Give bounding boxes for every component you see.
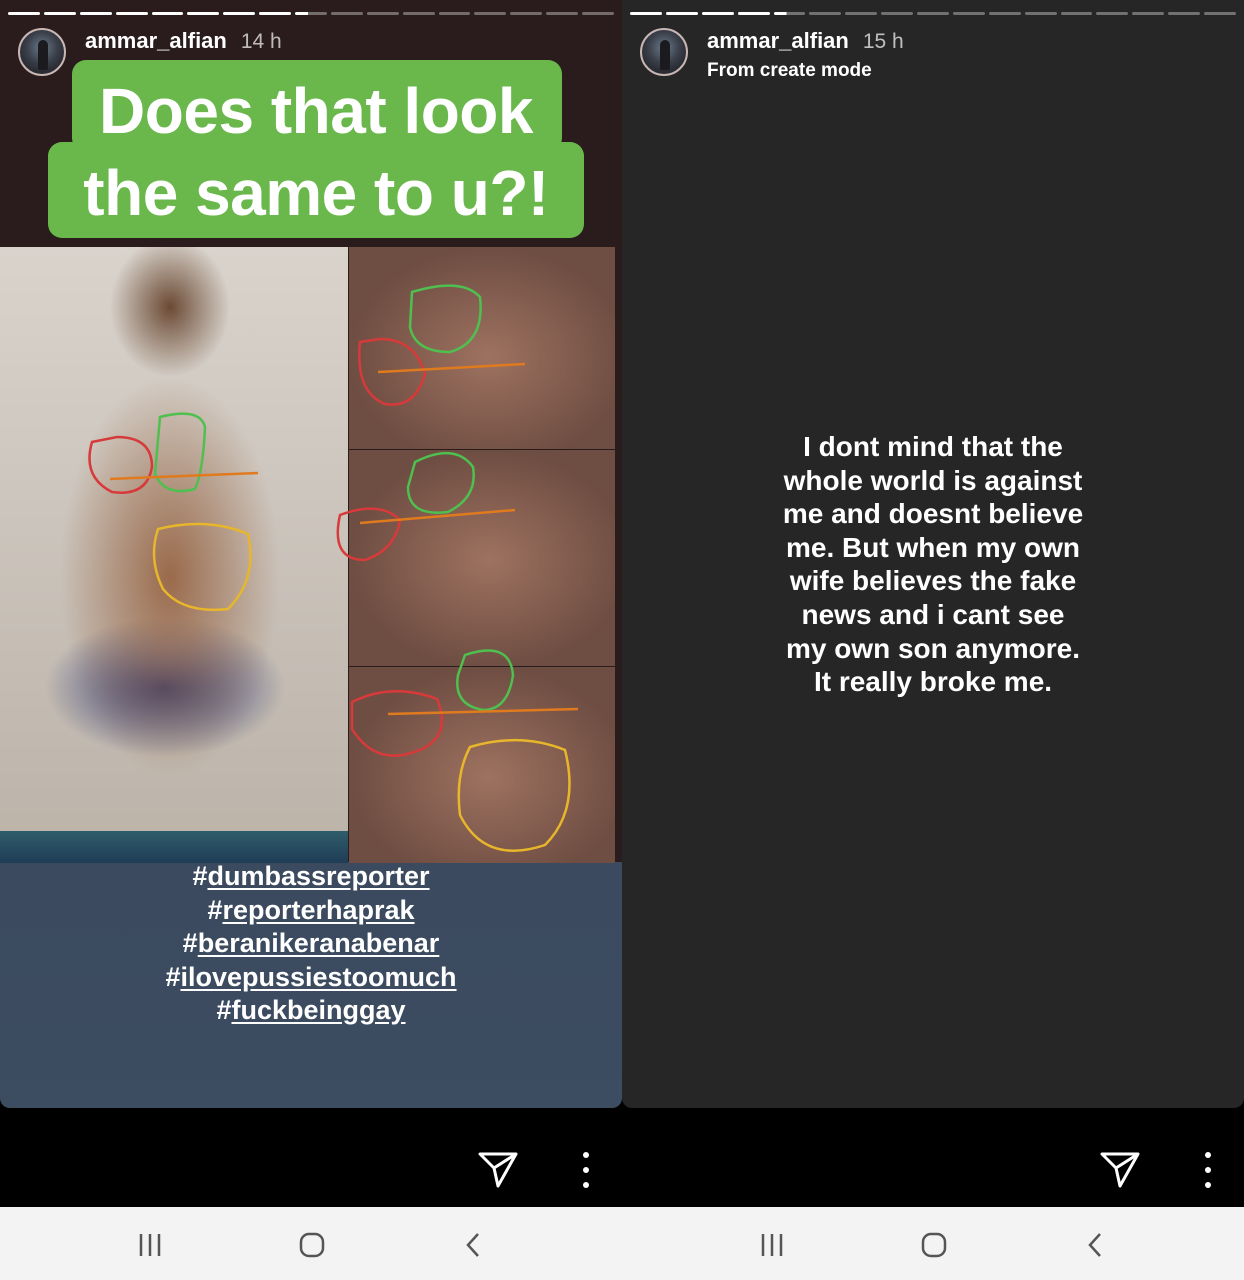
message-line: It really broke me. — [813, 666, 1053, 698]
caption-line-2: the same to u?! — [83, 157, 549, 229]
caption-line-1: Does that look — [99, 75, 533, 147]
story-content-left[interactable]: ammar_alfian 14 h Does that look the sam… — [0, 0, 622, 1108]
home-icon — [921, 1232, 947, 1258]
system-navigation-bar — [0, 1207, 1244, 1280]
progress-segment — [510, 12, 543, 15]
message-line: news and i cant see — [801, 598, 1065, 630]
home-button[interactable] — [920, 1231, 948, 1259]
progress-segment — [582, 12, 614, 15]
caption-banner: Does that look the same to u?! — [48, 60, 584, 240]
story-progress-bar — [8, 12, 614, 15]
username[interactable]: ammar_alfian — [707, 28, 849, 54]
progress-segment — [773, 12, 806, 15]
more-vertical-icon — [583, 1152, 589, 1158]
progress-segment — [1096, 12, 1129, 15]
progress-segment — [187, 12, 220, 15]
home-icon — [299, 1232, 325, 1258]
progress-segment — [917, 12, 949, 15]
progress-segment — [737, 12, 770, 15]
story-header: ammar_alfian 15 h From create mode — [640, 28, 904, 82]
home-button[interactable] — [298, 1231, 326, 1259]
progress-segment — [630, 12, 662, 15]
progress-segment — [988, 12, 1021, 15]
more-options-button[interactable] — [572, 1152, 600, 1188]
progress-segment — [8, 12, 40, 15]
progress-segment — [330, 12, 363, 15]
progress-segment — [115, 12, 148, 15]
progress-segment — [665, 12, 698, 15]
back-button[interactable] — [1082, 1231, 1110, 1259]
progress-segment — [295, 12, 327, 15]
progress-segment — [438, 12, 471, 15]
story-progress-bar — [630, 12, 1236, 15]
story-panel-right[interactable]: ammar_alfian 15 h From create mode I don… — [622, 0, 1244, 1207]
message-line: wife believes the fake — [789, 565, 1077, 597]
message-line: me and doesnt believe — [782, 498, 1084, 530]
story-actions — [622, 1148, 1244, 1192]
hashtag-link[interactable]: #beranikeranabenar — [0, 927, 622, 961]
progress-segment — [1204, 12, 1236, 15]
progress-segment — [1132, 12, 1165, 15]
recent-apps-button[interactable] — [758, 1231, 786, 1259]
progress-segment — [701, 12, 734, 15]
progress-segment — [43, 12, 76, 15]
message-line: whole world is against — [783, 464, 1083, 496]
story-source-label[interactable]: From create mode — [707, 60, 904, 82]
message-line: my own son anymore. — [785, 632, 1081, 664]
recent-apps-icon — [761, 1234, 783, 1256]
story-message: I dont mind that the whole world is agai… — [622, 430, 1244, 699]
progress-segment — [1024, 12, 1057, 15]
progress-segment — [259, 12, 291, 15]
progress-segment — [223, 12, 256, 15]
back-icon — [466, 1233, 479, 1257]
hashtag-list: #dumbassreporter #reporterhaprak #berani… — [0, 860, 622, 1028]
progress-segment — [151, 12, 184, 15]
progress-segment — [1060, 12, 1093, 15]
username[interactable]: ammar_alfian — [85, 28, 227, 54]
nav-group-left — [0, 1207, 622, 1280]
send-paper-plane-icon — [478, 1152, 518, 1188]
more-vertical-icon — [1205, 1152, 1211, 1158]
send-paper-plane-icon — [1100, 1152, 1140, 1188]
progress-segment — [79, 12, 112, 15]
photo-collage — [0, 247, 622, 863]
story-timestamp: 14 h — [240, 30, 282, 53]
avatar[interactable] — [640, 28, 688, 76]
back-button[interactable] — [460, 1231, 488, 1259]
progress-segment — [952, 12, 985, 15]
hashtag-link[interactable]: #dumbassreporter — [0, 860, 622, 894]
annotation-markings — [88, 284, 579, 852]
story-panel-left[interactable]: ammar_alfian 14 h Does that look the sam… — [0, 0, 622, 1207]
progress-segment — [809, 12, 842, 15]
progress-segment — [474, 12, 507, 15]
hashtag-link[interactable]: #ilovepussiestoomuch — [0, 961, 622, 995]
progress-segment — [366, 12, 399, 15]
message-line: me. But when my own — [785, 531, 1081, 563]
hashtag-link[interactable]: #reporterhaprak — [0, 894, 622, 928]
progress-segment — [845, 12, 878, 15]
progress-segment — [546, 12, 578, 15]
story-actions — [0, 1148, 622, 1192]
send-button[interactable] — [476, 1148, 520, 1192]
recent-apps-icon — [139, 1234, 161, 1256]
nav-group-right — [622, 1207, 1244, 1280]
progress-segment — [1168, 12, 1200, 15]
progress-segment — [881, 12, 913, 15]
more-options-button[interactable] — [1194, 1152, 1222, 1188]
send-button[interactable] — [1098, 1148, 1142, 1192]
progress-segment — [402, 12, 435, 15]
story-timestamp: 15 h — [862, 30, 904, 53]
story-content-right[interactable]: ammar_alfian 15 h From create mode I don… — [622, 0, 1244, 1108]
recent-apps-button[interactable] — [136, 1231, 164, 1259]
message-line: I dont mind that the — [803, 431, 1063, 462]
back-icon — [1088, 1233, 1101, 1257]
hashtag-link[interactable]: #fuckbeinggay — [0, 994, 622, 1028]
